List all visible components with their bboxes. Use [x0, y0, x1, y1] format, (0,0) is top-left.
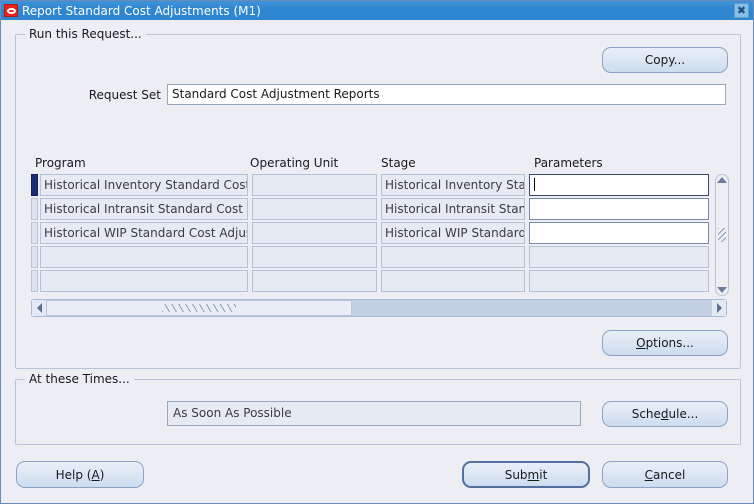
scroll-left-arrow-icon[interactable] [32, 300, 46, 316]
scroll-down-arrow-icon[interactable] [717, 287, 727, 293]
cell-program[interactable]: Historical WIP Standard Cost Adjus [40, 222, 248, 244]
cell-program[interactable] [40, 270, 248, 292]
schedule-button[interactable]: Schedule... [602, 401, 728, 427]
table-row[interactable] [31, 246, 709, 270]
cell-operating-unit[interactable] [252, 270, 377, 292]
application-window: Report Standard Cost Adjustments (M1) ✖ … [0, 0, 754, 504]
table-row[interactable] [31, 270, 709, 294]
close-icon[interactable]: ✖ [734, 3, 749, 18]
cell-parameters[interactable] [529, 174, 709, 196]
help-button[interactable]: Help (A) [16, 461, 144, 488]
title-bar[interactable]: Report Standard Cost Adjustments (M1) ✖ [1, 1, 753, 20]
options-button[interactable]: Options... [602, 330, 728, 356]
schedule-value-field[interactable]: As Soon As Possible [167, 401, 581, 426]
cell-operating-unit[interactable] [252, 198, 377, 220]
row-selector[interactable] [31, 198, 38, 220]
table-body: Historical Inventory Standard Cost A Hist… [31, 174, 709, 294]
at-these-times-legend: At these Times... [25, 372, 134, 386]
table-horizontal-scrollbar[interactable] [31, 299, 727, 317]
oracle-logo-ring [6, 7, 16, 14]
submit-button[interactable]: Submit [462, 461, 590, 488]
request-lines-table: Program Operating Unit Stage Parameters … [31, 156, 729, 314]
cell-operating-unit[interactable] [252, 246, 377, 268]
cell-stage[interactable]: Historical Intransit Standa [381, 198, 525, 220]
row-selector[interactable] [31, 270, 38, 292]
table-header-row: Program Operating Unit Stage Parameters [31, 156, 727, 172]
cell-program[interactable]: Historical Intransit Standard Cost A [40, 198, 248, 220]
scroll-right-arrow-icon[interactable] [712, 300, 726, 316]
cell-operating-unit[interactable] [252, 174, 377, 196]
cancel-button[interactable]: Cancel [602, 461, 728, 488]
text-caret [534, 178, 535, 191]
column-header-operating-unit: Operating Unit [250, 156, 339, 170]
scroll-up-arrow-icon[interactable] [717, 177, 727, 183]
table-row[interactable]: Historical Intransit Standard Cost A Hist… [31, 198, 709, 222]
window-title: Report Standard Cost Adjustments (M1) [22, 3, 261, 18]
cell-parameters[interactable] [529, 222, 709, 244]
table-row[interactable]: Historical WIP Standard Cost Adjus Histor… [31, 222, 709, 246]
cell-parameters[interactable] [529, 198, 709, 220]
cell-stage[interactable] [381, 270, 525, 292]
vertical-scroll-thumb[interactable] [718, 228, 726, 242]
cell-program[interactable]: Historical Inventory Standard Cost A [40, 174, 248, 196]
table-vertical-scrollbar[interactable] [715, 174, 729, 296]
cell-stage[interactable]: Historical Inventory Stand [381, 174, 525, 196]
horizontal-scroll-grip [162, 304, 236, 312]
column-header-stage: Stage [381, 156, 416, 170]
table-row[interactable]: Historical Inventory Standard Cost A Hist… [31, 174, 709, 198]
cell-parameters[interactable] [529, 270, 709, 292]
cell-stage[interactable]: Historical WIP Standard C [381, 222, 525, 244]
column-header-program: Program [35, 156, 86, 170]
request-set-input[interactable]: Standard Cost Adjustment Reports [167, 84, 726, 105]
row-selector[interactable] [31, 222, 38, 244]
run-this-request-legend: Run this Request... [25, 27, 146, 41]
row-selector[interactable] [31, 246, 38, 268]
request-set-label: Request Set [88, 88, 161, 102]
column-header-parameters: Parameters [534, 156, 603, 170]
cell-operating-unit[interactable] [252, 222, 377, 244]
horizontal-scroll-thumb[interactable] [46, 300, 352, 316]
oracle-logo-icon [4, 4, 18, 17]
copy-button[interactable]: Copy... [602, 47, 728, 73]
cell-program[interactable] [40, 246, 248, 268]
cell-stage[interactable] [381, 246, 525, 268]
row-selector[interactable] [31, 174, 38, 196]
cell-parameters[interactable] [529, 246, 709, 268]
horizontal-scroll-track[interactable] [46, 300, 712, 316]
